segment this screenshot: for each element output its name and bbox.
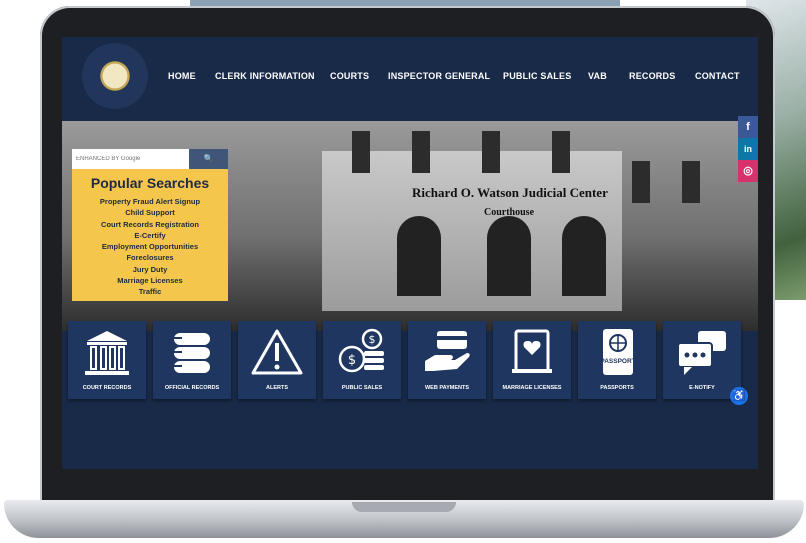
popular-searches-title: Popular Searches: [90, 175, 210, 191]
linkedin-icon[interactable]: in: [738, 138, 758, 160]
building-window: [482, 131, 500, 173]
building-window: [682, 161, 700, 203]
tile-official-records[interactable]: OFFICIAL RECORDS: [153, 321, 231, 399]
books-icon: [168, 333, 210, 373]
tile-e-notify[interactable]: E-NOTIFY: [663, 321, 741, 399]
nav-courts[interactable]: COURTS: [330, 71, 369, 81]
building-window: [352, 131, 370, 173]
tile-web-payments-label: WEB PAYMENTS: [424, 385, 469, 391]
tile-court-records[interactable]: COURT RECORDS: [68, 321, 146, 399]
marriage-certificate-icon: [512, 329, 552, 373]
courthouse-sign-subtitle: Courthouse: [484, 207, 535, 218]
svg-text:$: $: [369, 333, 376, 346]
courthouse-arch: [397, 216, 441, 296]
building-window: [412, 131, 430, 173]
laptop-notch: [352, 502, 456, 512]
tile-marriage-licenses-label: MARRIAGE LICENSES: [502, 385, 562, 391]
popular-link-e-certify[interactable]: E-Certify: [72, 230, 228, 241]
facebook-icon[interactable]: f: [738, 116, 758, 138]
tile-alerts[interactable]: ALERTS: [238, 321, 316, 399]
popular-link-employment[interactable]: Employment Opportunities: [72, 241, 228, 252]
tile-court-records-label: COURT RECORDS: [82, 385, 132, 391]
clerk-seal-logo[interactable]: [82, 43, 148, 109]
nav-contact[interactable]: CONTACT: [695, 71, 740, 81]
tile-passports[interactable]: PASSPORT PASSPORTS: [578, 321, 656, 399]
tile-e-notify-label: E-NOTIFY: [689, 385, 715, 391]
building-window: [632, 161, 650, 203]
nav-public-sales[interactable]: PUBLIC SALES: [503, 71, 571, 81]
nav-records[interactable]: RECORDS: [629, 71, 675, 81]
popular-link-property-fraud[interactable]: Property Fraud Alert Signup: [72, 196, 228, 207]
tile-passports-label: PASSPORTS: [600, 385, 634, 391]
popular-link-child-support[interactable]: Child Support: [72, 207, 228, 218]
search-input[interactable]: [72, 149, 189, 169]
courthouse-arch: [487, 216, 531, 296]
instagram-icon[interactable]: ◎: [738, 160, 758, 182]
popular-link-marriage-licenses[interactable]: Marriage Licenses: [72, 275, 228, 286]
alert-icon: [251, 329, 303, 375]
courthouse-icon: [85, 331, 129, 375]
coins-icon: $ $: [338, 328, 384, 373]
building-window: [552, 131, 570, 173]
popular-link-foreclosures[interactable]: Foreclosures: [72, 252, 228, 263]
search-button[interactable]: 🔍: [189, 149, 228, 169]
payment-hand-icon: [425, 331, 470, 371]
courthouse-sign: Richard O. Watson Judicial Center: [412, 185, 608, 200]
courthouse-arch: [562, 216, 606, 296]
nav-vab[interactable]: VAB: [588, 71, 607, 81]
chat-icon: [677, 331, 726, 375]
search-icon: 🔍: [203, 154, 214, 163]
nav-home[interactable]: HOME: [168, 71, 196, 81]
popular-link-traffic[interactable]: Traffic: [72, 286, 228, 297]
tile-marriage-licenses[interactable]: MARRIAGE LICENSES: [493, 321, 571, 399]
popular-link-court-records-registration[interactable]: Court Records Registration: [72, 219, 228, 230]
popular-searches-panel: Popular Searches Property Fraud Alert Si…: [72, 169, 228, 301]
laptop-screen: HOME CLERK INFORMATION COURTS INSPECTOR …: [62, 37, 758, 469]
accessibility-icon[interactable]: ♿: [730, 387, 748, 405]
passport-icon: PASSPORT: [600, 329, 636, 375]
tile-public-sales[interactable]: $ $ PUBLIC SALES: [323, 321, 401, 399]
tile-official-records-label: OFFICIAL RECORDS: [164, 385, 220, 391]
passport-text: PASSPORT: [600, 358, 635, 365]
tile-alerts-label: ALERTS: [266, 385, 288, 391]
tile-web-payments[interactable]: WEB PAYMENTS: [408, 321, 486, 399]
nav-clerk-information[interactable]: CLERK INFORMATION: [215, 71, 315, 81]
popular-link-jury-duty[interactable]: Jury Duty: [72, 264, 228, 275]
nav-inspector-general[interactable]: INSPECTOR GENERAL: [388, 71, 490, 81]
svg-text:$: $: [348, 353, 356, 368]
tile-public-sales-label: PUBLIC SALES: [341, 385, 383, 391]
